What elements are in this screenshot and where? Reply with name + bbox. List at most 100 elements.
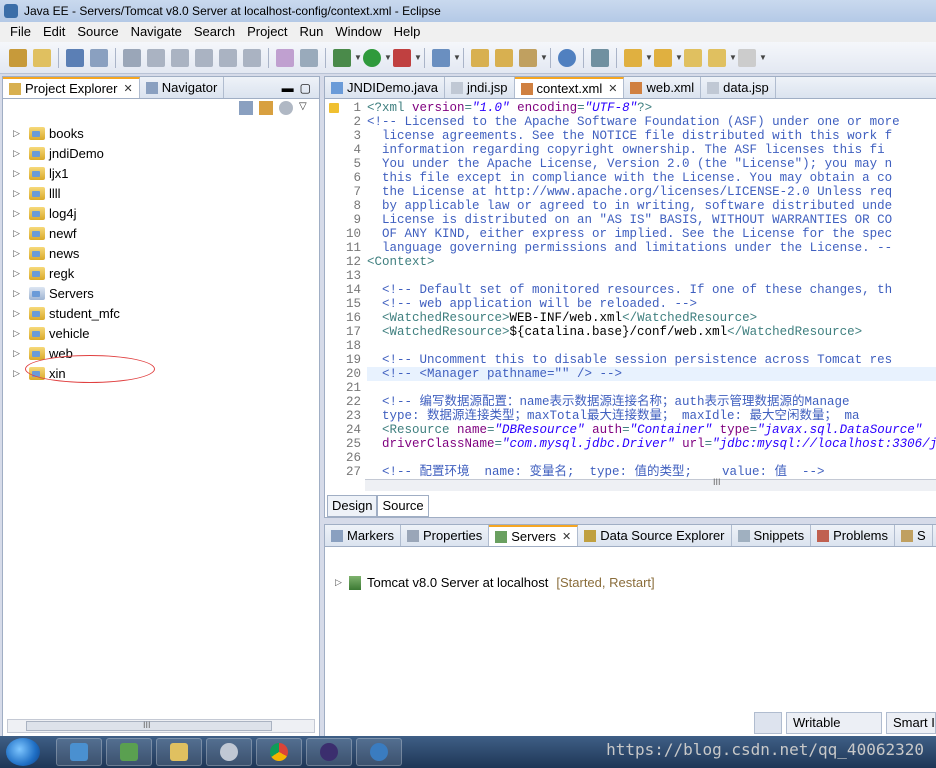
tree-item-news[interactable]: ▷ news bbox=[3, 243, 319, 263]
open-type-icon[interactable] bbox=[471, 48, 489, 67]
step-into-icon[interactable] bbox=[219, 48, 237, 67]
expand-icon[interactable]: ▷ bbox=[13, 168, 25, 179]
tab-data-jsp[interactable]: data.jsp bbox=[701, 77, 776, 98]
run-icon[interactable] bbox=[363, 48, 381, 67]
collapse-all-icon[interactable] bbox=[239, 101, 253, 115]
expand-icon[interactable]: ▷ bbox=[13, 328, 25, 339]
tab-properties[interactable]: Properties bbox=[401, 525, 490, 546]
chevron-down-icon[interactable]: ▼ bbox=[729, 49, 737, 67]
expand-icon[interactable]: ▷ bbox=[13, 268, 25, 279]
code-line[interactable]: <!-- Licensed to the Apache Software Fou… bbox=[367, 115, 936, 129]
code-line[interactable]: this file except in compliance with the … bbox=[367, 171, 936, 185]
menu-edit[interactable]: Edit bbox=[37, 22, 71, 42]
expand-icon[interactable]: ▷ bbox=[13, 188, 25, 199]
terminate-icon[interactable] bbox=[171, 48, 189, 67]
tab-data-source-explorer[interactable]: Data Source Explorer bbox=[578, 525, 732, 546]
tree-item-jndidemo[interactable]: ▷ jndiDemo bbox=[3, 143, 319, 163]
code-line[interactable]: type: 数据源连接类型；maxTotal最大连接数量； maxIdle: 最… bbox=[367, 409, 936, 423]
disconnect-icon[interactable] bbox=[195, 48, 213, 67]
expand-icon[interactable]: ▷ bbox=[13, 248, 25, 259]
tab-servers[interactable]: Servers ✕ bbox=[489, 525, 579, 546]
chevron-down-icon[interactable]: ▼ bbox=[759, 49, 767, 67]
chevron-down-icon[interactable]: ▼ bbox=[414, 49, 422, 67]
chevron-down-icon[interactable]: ▼ bbox=[675, 49, 683, 67]
chevron-down-icon[interactable]: ▼ bbox=[453, 49, 461, 67]
menu-source[interactable]: Source bbox=[71, 22, 124, 42]
taskbar-explorer[interactable] bbox=[156, 738, 202, 766]
skip-breakpoints-icon[interactable] bbox=[276, 48, 294, 67]
code-line[interactable]: license agreements. See the NOTICE file … bbox=[367, 129, 936, 143]
tab-context-xml[interactable]: context.xml ✕ bbox=[514, 77, 625, 98]
code-line[interactable]: <!-- <Manager pathname="" /> --> bbox=[367, 367, 936, 381]
tab-overflow[interactable]: S bbox=[895, 525, 933, 546]
tab-design[interactable]: Design bbox=[327, 495, 378, 517]
expand-icon[interactable]: ▷ bbox=[13, 208, 25, 219]
code-line[interactable]: information regarding copyright ownershi… bbox=[367, 143, 936, 157]
code-line[interactable]: <Resource name="DBResource" auth="Contai… bbox=[367, 423, 936, 437]
code-line[interactable] bbox=[367, 339, 936, 353]
warning-icon[interactable] bbox=[329, 103, 339, 113]
tab-navigator[interactable]: Navigator bbox=[140, 77, 225, 98]
code-line[interactable]: driverClassName="com.mysql.jdbc.Driver" … bbox=[367, 437, 936, 451]
tab-markers[interactable]: Markers bbox=[325, 525, 401, 546]
code-line[interactable]: <!-- 配置环境 name: 变量名; type: 值的类型; value: … bbox=[367, 465, 936, 479]
tree-item-books[interactable]: ▷ books bbox=[3, 123, 319, 143]
code-line[interactable]: <?xml version="1.0" encoding="UTF-8"?> bbox=[367, 101, 936, 115]
new-java-package-icon[interactable] bbox=[432, 48, 450, 67]
tree-item-newf[interactable]: ▷ newf bbox=[3, 223, 319, 243]
tab-project-explorer[interactable]: Project Explorer ✕ bbox=[3, 77, 140, 98]
chevron-down-icon[interactable]: ▼ bbox=[384, 49, 392, 67]
menu-help[interactable]: Help bbox=[388, 22, 427, 42]
tab-snippets[interactable]: Snippets bbox=[732, 525, 812, 546]
back-icon[interactable] bbox=[708, 48, 726, 67]
step-over-icon[interactable] bbox=[243, 48, 261, 67]
taskbar-app-7[interactable] bbox=[356, 738, 402, 766]
last-edit-icon[interactable] bbox=[684, 48, 702, 67]
expand-icon[interactable]: ▷ bbox=[13, 308, 25, 319]
chevron-down-icon[interactable]: ▼ bbox=[645, 49, 653, 67]
globe-icon[interactable] bbox=[558, 48, 576, 67]
code-editor[interactable]: 1 2 3 4 5 6 7 8 9 10 11 12 13 14 15 16 17 18 19 20 21 22 23 24 2… bbox=[325, 101, 936, 479]
menu-navigate[interactable]: Navigate bbox=[125, 22, 188, 42]
code-line[interactable]: <!-- Default set of monitored resources.… bbox=[367, 283, 936, 297]
debug-icon[interactable] bbox=[333, 48, 351, 67]
link-editor-icon[interactable] bbox=[259, 101, 273, 115]
next-annotation-icon[interactable] bbox=[624, 48, 642, 67]
taskbar-app-2[interactable] bbox=[106, 738, 152, 766]
code-line[interactable]: You under the Apache License, Version 2.… bbox=[367, 157, 936, 171]
chevron-down-icon[interactable]: ▼ bbox=[354, 49, 362, 67]
expand-icon[interactable]: ▷ bbox=[13, 368, 25, 379]
menu-file[interactable]: File bbox=[4, 22, 37, 42]
save-icon[interactable] bbox=[66, 48, 84, 67]
close-icon[interactable]: ✕ bbox=[608, 82, 617, 95]
code-lines[interactable]: <?xml version="1.0" encoding="UTF-8"?> <!… bbox=[367, 101, 936, 479]
code-line[interactable]: <WatchedResource>${catalina.base}/conf/w… bbox=[367, 325, 936, 339]
suspend-icon[interactable] bbox=[147, 48, 165, 67]
new-icon[interactable] bbox=[9, 48, 27, 67]
open-icon[interactable] bbox=[33, 48, 51, 67]
tree-item-servers[interactable]: ▷ Servers bbox=[3, 283, 319, 303]
tree-item-llll[interactable]: ▷ llll bbox=[3, 183, 319, 203]
open-task-icon[interactable] bbox=[495, 48, 513, 67]
code-line[interactable]: <WatchedResource>WEB-INF/web.xml</Watche… bbox=[367, 311, 936, 325]
search-icon[interactable] bbox=[519, 48, 537, 67]
menu-window[interactable]: Window bbox=[329, 22, 387, 42]
menu-project[interactable]: Project bbox=[241, 22, 293, 42]
previous-annotation-icon[interactable] bbox=[654, 48, 672, 67]
code-line[interactable]: <!-- 编写数据源配置：name表示数据源连接名称；auth表示管理数据源的M… bbox=[367, 395, 936, 409]
expand-icon[interactable]: ▷ bbox=[13, 228, 25, 239]
windows-start-icon[interactable] bbox=[6, 738, 40, 766]
code-line[interactable]: by applicable law or agreed to in writin… bbox=[367, 199, 936, 213]
taskbar-chrome[interactable] bbox=[256, 738, 302, 766]
expand-icon[interactable]: ▷ bbox=[13, 288, 25, 299]
chevron-down-icon[interactable]: ▼ bbox=[540, 49, 548, 67]
tab-jndi-jsp[interactable]: jndi.jsp bbox=[445, 77, 515, 98]
expand-icon[interactable]: ▷ bbox=[13, 148, 25, 159]
close-icon[interactable]: ✕ bbox=[123, 82, 132, 95]
resume-icon[interactable] bbox=[123, 48, 141, 67]
close-icon[interactable]: ✕ bbox=[562, 530, 571, 543]
code-line[interactable]: OF ANY KIND, either express or implied. … bbox=[367, 227, 936, 241]
taskbar-app-1[interactable] bbox=[56, 738, 102, 766]
code-line[interactable]: <Context> bbox=[367, 255, 936, 269]
maximize-icon[interactable]: ▢ bbox=[300, 81, 311, 95]
